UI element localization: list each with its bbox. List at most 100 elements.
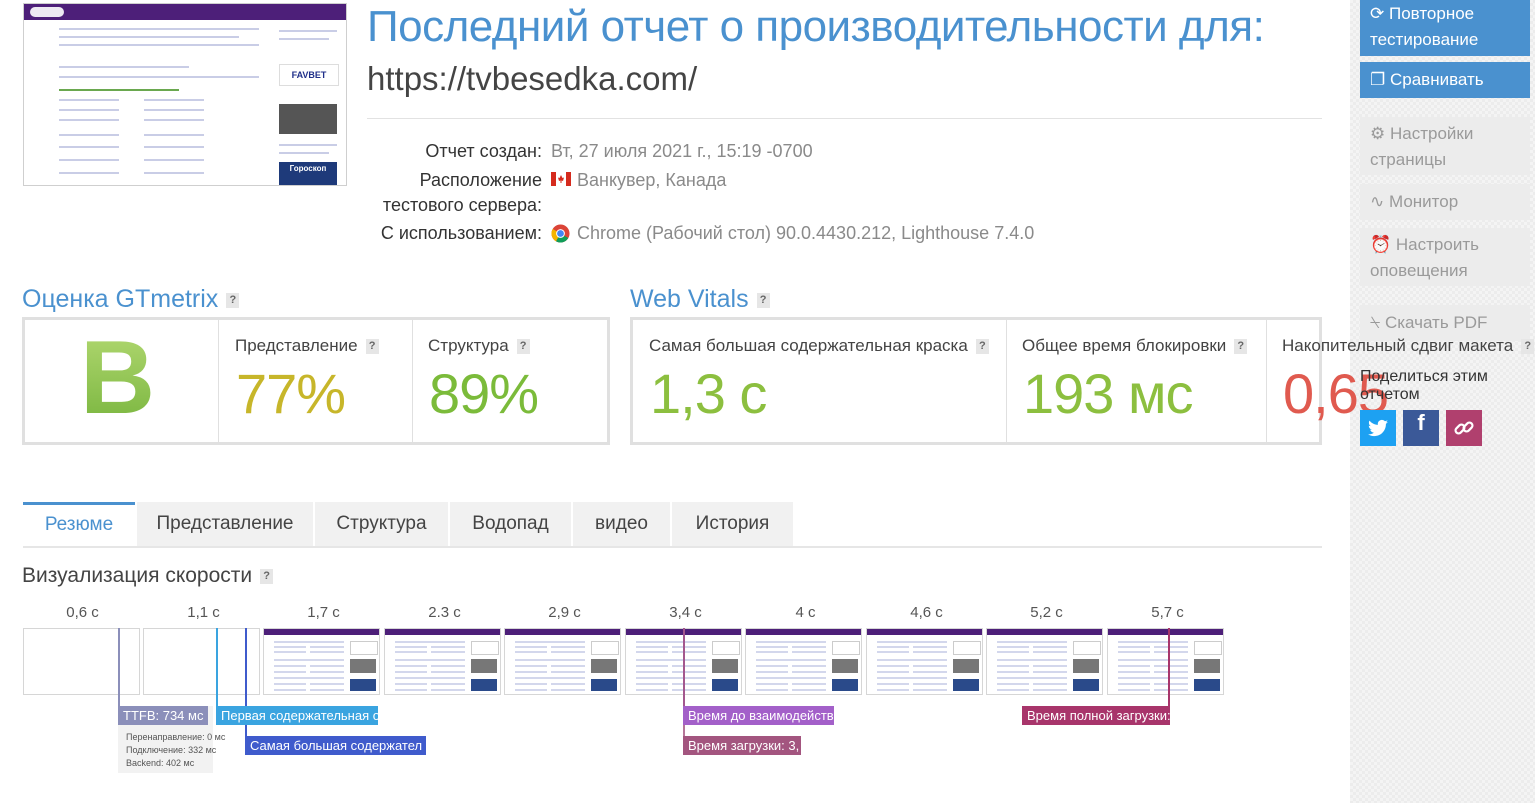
filmstrip-frame[interactable] [23,628,140,695]
frame-time: 2,9 с [548,604,581,621]
divider [218,320,219,442]
help-icon[interactable]: ? [1521,339,1535,355]
gtmetrix-grade-title: Оценка GTmetrix [22,285,219,313]
retest-button[interactable]: ⟳ Повторное тестирование [1360,0,1530,56]
filmstrip-frame[interactable] [384,628,501,695]
thumbnail-horoscope-banner: Гороскоп [279,162,337,185]
share-label-2: отчетом [1360,386,1420,403]
tab-underline [23,546,1322,548]
tab-summary[interactable]: Резюме [23,502,135,550]
help-icon[interactable]: ? [516,339,530,355]
help-icon[interactable]: ? [226,292,240,308]
tab-waterfall[interactable]: Водопад [450,502,571,547]
gtmetrix-grade-letter: B [80,320,156,436]
pulse-icon: ∿ [1370,192,1385,211]
twitter-icon[interactable] [1360,410,1396,446]
pdf-icon: ⍀ [1370,313,1381,332]
using-label: С использованием: [380,223,542,243]
ttfb-backend: Backend: 402 мс [126,758,195,768]
tbt-value: 193 мс [1023,362,1193,425]
tti-label: Время до взаимодейств [683,706,834,725]
location-value: Ванкувер, Канада [577,170,727,190]
filmstrip-frame[interactable] [745,628,862,695]
using-value: Chrome (Рабочий стол) 90.0.4430.212, Lig… [577,223,1035,243]
monitor-button[interactable]: ∿ Монитор [1360,184,1530,220]
location-label-2: тестового сервера: [382,195,542,215]
divider [1266,320,1267,442]
structure-label: Структура [428,336,509,355]
divider [412,320,413,442]
filmstrip-frame[interactable] [263,628,380,695]
tab-video[interactable]: видео [573,502,670,547]
created-value: Вт, 27 июля 2021 г., 15:19 -0700 [551,141,813,161]
retest-label-2: тестирование [1370,30,1479,49]
created-label: Отчет создан: [425,141,542,161]
tab-structure[interactable]: Структура [315,502,448,547]
structure-heading: Структура? [428,336,530,356]
frame-time: 5,7 с [1151,604,1184,621]
performance-heading: Представление? [235,336,379,356]
structure-score: 89% [429,362,539,425]
cls-label: Накопительный сдвиг макета [1282,336,1514,355]
link-icon[interactable] [1446,410,1482,446]
help-icon[interactable]: ? [756,292,770,308]
frame-time: 4,6 с [910,604,943,621]
web-vitals-title: Web Vitals [630,285,749,313]
thumbnail-logo [30,7,64,17]
tab-performance[interactable]: Представление [137,502,313,547]
retest-label: Повторное [1388,4,1475,23]
fcp-marker-line [216,628,218,706]
tbt-label: Общее время блокировки [1022,336,1227,355]
filmstrip-frame[interactable] [504,628,621,695]
gear-icon: ⚙ [1370,124,1386,143]
thumbnail-header [24,4,346,20]
filmstrip-frame[interactable] [866,628,983,695]
frame-time: 2.3 с [428,604,461,621]
page-settings-label: Настройки [1389,124,1474,143]
alerts-label-2: оповещения [1370,261,1468,280]
location-label: Расположение [419,170,542,190]
ttfb-connect: Подключение: 332 мс [126,745,217,755]
thumbnail-photo [279,104,337,134]
web-vitals-heading: Web Vitals? [630,285,770,314]
lcp-label: Самая большая содержательная краска [649,336,968,355]
frame-time: 1,7 с [307,604,340,621]
ttfb-marker-line [118,628,120,706]
page-settings-label-2: страницы [1370,150,1447,169]
refresh-icon: ⟳ [1370,4,1385,23]
ttfb-redirect: Перенаправление: 0 мс [126,732,226,742]
help-icon[interactable]: ? [260,568,274,584]
facebook-icon[interactable]: f [1403,410,1439,446]
frame-time: 4 с [795,604,816,621]
compare-button[interactable]: ❐ Сравнивать [1360,62,1530,98]
lcp-heading: Самая большая содержательная краска? [649,336,989,356]
divider [1006,320,1007,442]
help-icon[interactable]: ? [365,339,379,355]
alerts-label: Настроить [1395,235,1479,254]
frame-time: 5,2 с [1030,604,1063,621]
filmstrip-frame[interactable] [986,628,1103,695]
page-thumbnail[interactable]: FAVBET Гороскоп [23,3,347,186]
compare-icon: ❐ [1370,70,1386,89]
lcp-label: Самая большая содержател [245,736,426,755]
divider [367,118,1322,119]
alerts-button[interactable]: ⏰ Настроить оповещения [1360,228,1530,286]
performance-label: Представление [235,336,358,355]
filmstrip-frame[interactable] [143,628,260,695]
filmstrip-frame[interactable] [1107,628,1224,695]
tab-history[interactable]: История [672,502,793,547]
lcp-value: 1,3 с [650,362,767,425]
speed-visualization-title: Визуализация скорости [22,564,253,587]
ttfb-details: Перенаправление: 0 мс Подключение: 332 м… [126,731,225,770]
help-icon[interactable]: ? [975,339,989,355]
alarm-clock-icon: ⏰ [1370,235,1392,254]
fcp-label: Первая содержательная о [216,706,378,725]
report-title: Последний отчет о производительности для… [367,2,1265,51]
page-settings-button[interactable]: ⚙ Настройки страницы [1360,117,1530,175]
share-label: Поделиться этим [1360,368,1488,385]
fully-loaded-marker-line [1168,628,1170,706]
report-url[interactable]: https://tvbesedka.com/ [367,60,697,98]
frame-time: 0,6 с [66,604,99,621]
help-icon[interactable]: ? [1234,339,1248,355]
performance-score: 77% [236,362,346,425]
